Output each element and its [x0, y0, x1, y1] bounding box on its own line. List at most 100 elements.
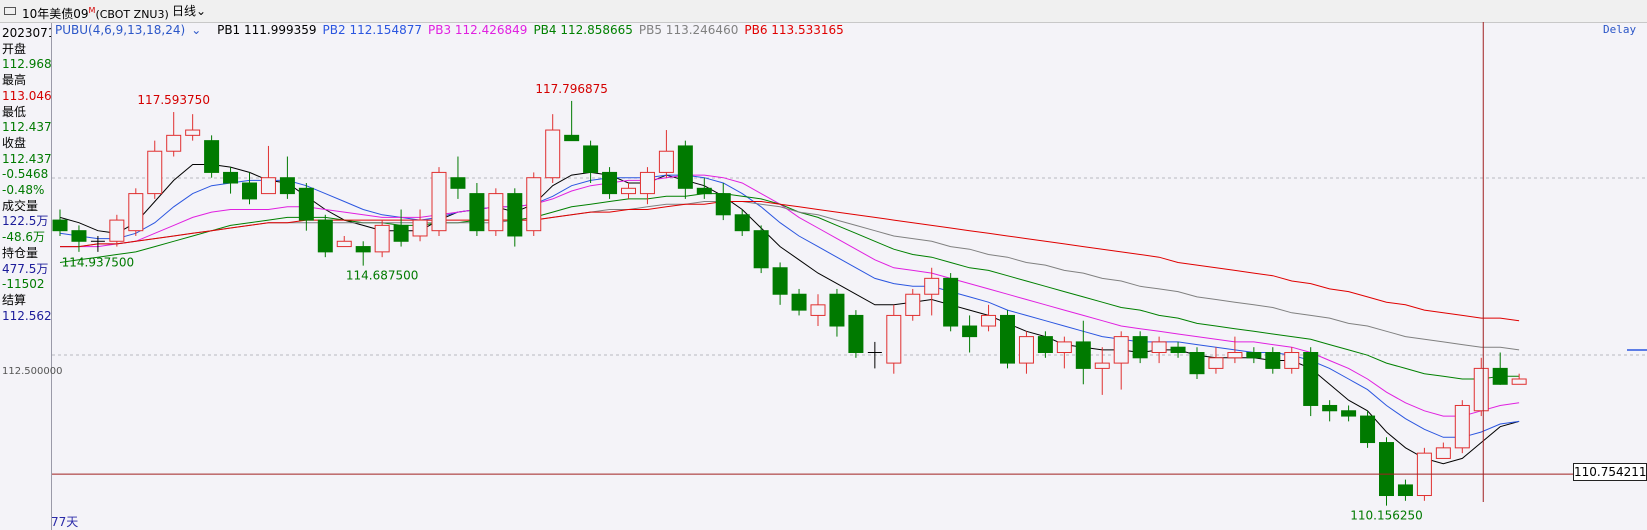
- window-icon: [4, 7, 16, 15]
- quote-field-18: 112.5625: [2, 308, 52, 323]
- ma-line-pb3: [60, 174, 1520, 417]
- candle-body: [943, 277, 959, 327]
- quote-field-5: 最低: [2, 104, 27, 119]
- candle-body: [829, 293, 845, 327]
- candle-body: [1379, 442, 1394, 497]
- candle-body: [355, 246, 371, 253]
- candle-body: [1113, 336, 1129, 364]
- candle-body: [848, 314, 864, 354]
- candle-body: [905, 293, 921, 316]
- quote-field-7: 收盘: [2, 135, 27, 150]
- candle-body: [242, 182, 257, 200]
- extreme-price-label: 114.937500: [62, 255, 135, 269]
- candle-body: [166, 134, 182, 152]
- candle-body: [1000, 314, 1015, 364]
- crosshair-price-box: 110.754211: [1573, 463, 1647, 481]
- candle-body: [1075, 341, 1091, 369]
- quote-field-16: -11502: [2, 277, 45, 292]
- candle-body: [469, 193, 485, 232]
- title-bar: 10年美债09M(CBOT ZNU3) 日线⌄: [0, 0, 1647, 23]
- candle-body: [772, 267, 788, 295]
- candle-body: [260, 177, 276, 195]
- period-dropdown[interactable]: 日线⌄: [172, 0, 206, 22]
- candle-body: [1246, 352, 1262, 359]
- candle-body: [791, 293, 807, 311]
- quote-field-2: 112.9687: [2, 57, 52, 72]
- candle-body: [393, 224, 409, 242]
- quote-field-17: 结算: [2, 292, 27, 307]
- candle-body: [147, 150, 163, 195]
- ma-line-pb6: [60, 201, 1520, 322]
- candle-body: [886, 314, 902, 364]
- candle-body: [52, 219, 68, 232]
- candle-body: [298, 187, 314, 221]
- extreme-price-label: 117.796875: [535, 82, 608, 96]
- candle-body: [1208, 357, 1224, 369]
- quote-field-6: 112.4375: [2, 120, 52, 135]
- candle-body: [564, 134, 580, 142]
- candle-body: [810, 304, 826, 316]
- candle-body: [715, 193, 731, 216]
- candle-body: [1170, 346, 1186, 354]
- quote-field-10: -0.48%: [2, 183, 45, 197]
- candle-body: [1189, 352, 1205, 375]
- candle-body: [204, 140, 220, 173]
- candle-body: [1037, 336, 1053, 354]
- candle-body: [1341, 410, 1357, 417]
- candle-body: [1492, 367, 1508, 385]
- candle-body: [677, 145, 693, 189]
- candle-body: [1132, 336, 1148, 359]
- extreme-price-label: 110.156250: [1350, 509, 1423, 523]
- ma-line-pb5: [60, 201, 1520, 351]
- candle-body: [1018, 336, 1034, 364]
- quote-panel: 20230714开盘112.9687最高113.0468最低112.4375收盘…: [0, 23, 52, 530]
- candle-body: [962, 325, 978, 338]
- candle-body: [526, 177, 542, 232]
- candle-body: [223, 171, 239, 184]
- ma-line-pb4: [59, 193, 1520, 380]
- candle-body: [981, 314, 997, 327]
- quote-field-15: 477.5万: [2, 261, 49, 276]
- period-label: 日线: [172, 4, 197, 18]
- candle-body: [545, 129, 561, 179]
- candle-body: [1056, 341, 1072, 354]
- candle-body: [621, 187, 636, 195]
- extreme-price-label: 114.687500: [346, 269, 419, 283]
- candle-body: [1303, 352, 1319, 406]
- candle-body: [412, 219, 428, 237]
- candle-body: [1151, 341, 1167, 354]
- candle-body: [185, 129, 201, 136]
- candle-body: [109, 219, 125, 242]
- candle-body: [696, 187, 712, 195]
- candle-body: [734, 214, 750, 232]
- candle-body: [658, 150, 674, 173]
- candle-body: [336, 240, 352, 248]
- candle-body: [128, 193, 144, 232]
- candle-body: [1284, 352, 1300, 369]
- candle-body: [1454, 404, 1470, 449]
- candlestick-chart[interactable]: 117.593750 117.796875 114.937500 114.687500…: [52, 22, 1647, 530]
- quote-field-1: 开盘: [2, 41, 27, 56]
- candle-body: [450, 177, 466, 189]
- candle-body: [1511, 378, 1527, 385]
- quote-field-9: -0.5468: [2, 167, 49, 182]
- quote-field-4: 113.0468: [2, 88, 52, 103]
- quote-field-12: 122.5万: [2, 214, 49, 229]
- candle-body: [1227, 352, 1243, 359]
- candle-body: [1322, 404, 1338, 412]
- candle-body: [507, 193, 523, 237]
- candle-body: [602, 171, 618, 195]
- candle-body: [924, 277, 940, 295]
- candle-body: [279, 177, 295, 195]
- candle-body: [71, 230, 87, 242]
- instrument-name: 10年美债09: [22, 7, 89, 21]
- ma-line-pb2: [59, 174, 1520, 438]
- candle-body: [374, 224, 390, 253]
- candle-body: [583, 145, 599, 173]
- candle-body: [1265, 352, 1281, 369]
- extreme-price-label: 117.593750: [137, 93, 210, 107]
- candle-body: [1435, 447, 1451, 459]
- quote-field-3: 最高: [2, 73, 27, 88]
- candle-body: [431, 171, 447, 232]
- candle-body: [317, 219, 333, 253]
